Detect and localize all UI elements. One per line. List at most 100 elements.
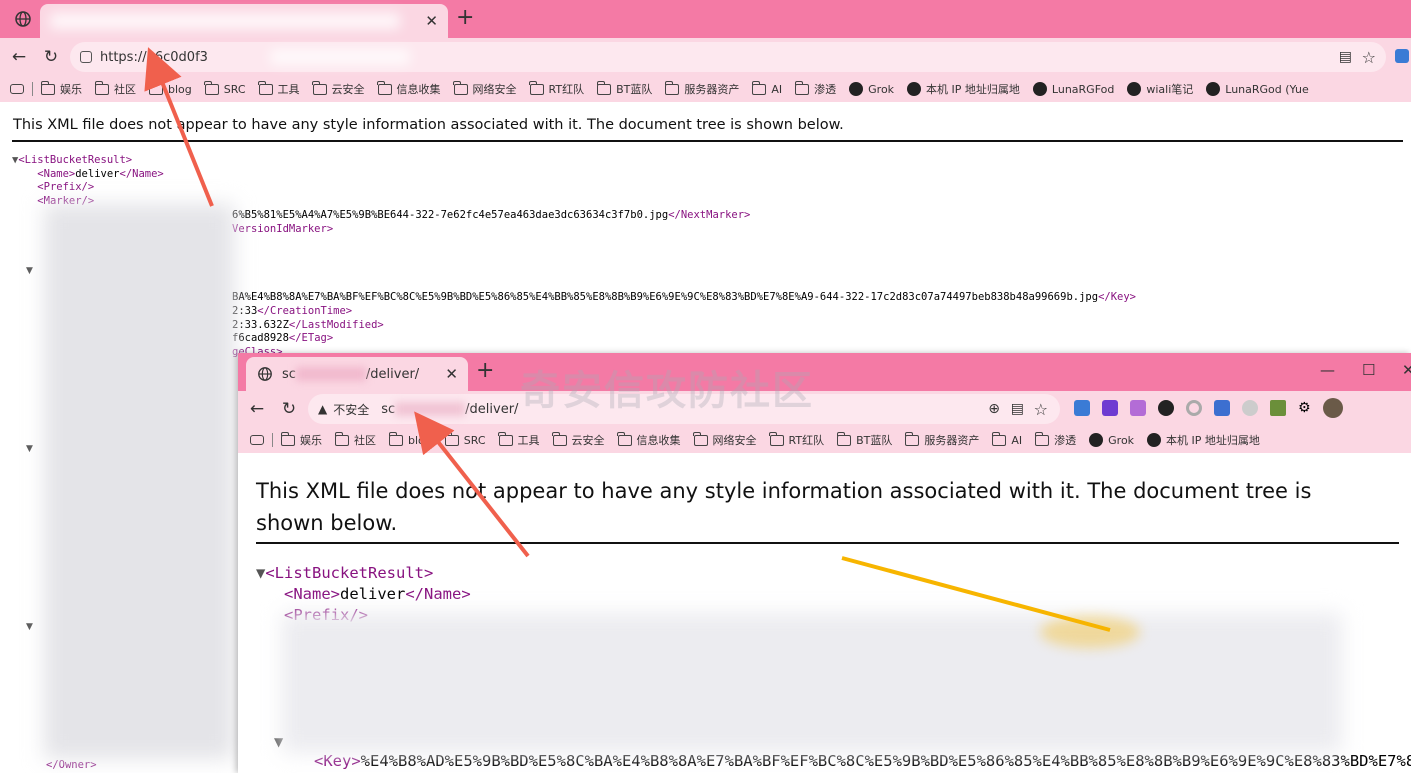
- bookmark-folder[interactable]: 社区: [334, 431, 376, 448]
- extension-icon[interactable]: [1158, 400, 1174, 416]
- redacted-region: [44, 204, 234, 759]
- reload-icon[interactable]: ↻: [278, 398, 300, 420]
- back-xml-style-notice: This XML file does not appear to have an…: [13, 117, 844, 133]
- bookmark-folder[interactable]: AI: [751, 80, 783, 96]
- collapse-triangle-icon[interactable]: ▼: [26, 266, 33, 276]
- bookmark-site[interactable]: 本机 IP 地址归属地: [1147, 432, 1260, 448]
- collapse-triangle-icon[interactable]: ▼: [26, 622, 33, 632]
- bookmark-site[interactable]: Grok: [849, 82, 894, 96]
- back-url-text: https://86c0d0f3: [100, 49, 208, 65]
- extension-icon[interactable]: [1270, 400, 1286, 416]
- front-xml-style-notice: This XML file does not appear to have an…: [256, 479, 1312, 535]
- bookmark-folder[interactable]: RT红队: [769, 431, 824, 448]
- collapse-triangle-icon[interactable]: ▼: [256, 564, 265, 582]
- site-favicon-icon: [849, 82, 864, 96]
- new-tab-icon[interactable]: +: [456, 5, 474, 30]
- extensions-puzzle-icon[interactable]: ⚙: [1298, 400, 1311, 418]
- bookmark-folder[interactable]: 服务器资产: [904, 431, 979, 448]
- site-favicon-icon: [1032, 82, 1047, 96]
- bookmark-star-icon[interactable]: ☆: [1034, 400, 1048, 419]
- bookmark-folder[interactable]: AI: [991, 431, 1023, 447]
- back-xml-tree-right: 6%B5%81%E5%A4%A7%E5%9B%BE644-322-7e62fc4…: [232, 209, 1136, 360]
- bookmark-site[interactable]: LunaRGFod: [1032, 82, 1114, 96]
- maximize-icon[interactable]: ☐: [1362, 361, 1375, 379]
- bookmark-folder[interactable]: 娱乐: [40, 80, 82, 97]
- xml-etag-value: f6cad8928: [232, 332, 289, 345]
- bookmark-folder[interactable]: 网络安全: [693, 431, 757, 448]
- bookmark-folder[interactable]: SRC: [204, 80, 246, 96]
- extension-icon[interactable]: [1102, 400, 1118, 416]
- close-tab-icon[interactable]: ✕: [445, 365, 458, 383]
- tab-search-icon[interactable]: [10, 84, 24, 94]
- bookmark-label: Grok: [868, 82, 895, 96]
- bookmark-folder[interactable]: 信息收集: [377, 80, 441, 97]
- extension-icon[interactable]: [1214, 400, 1230, 416]
- xml-key-value: %E4%B8%AD%E5%9B%BD%E5%8C%BA%E4%B8%8A%E7%…: [360, 752, 1411, 770]
- extension-icon[interactable]: [1186, 400, 1202, 416]
- bookmark-star-icon[interactable]: ☆: [1362, 48, 1376, 67]
- new-tab-icon[interactable]: +: [476, 358, 494, 383]
- bookmark-folder[interactable]: BT蓝队: [596, 80, 652, 97]
- extension-icon[interactable]: [1130, 400, 1146, 416]
- extension-icon[interactable]: [1074, 400, 1090, 416]
- bookmark-label: AI: [1011, 433, 1023, 447]
- minimize-icon[interactable]: —: [1320, 361, 1335, 379]
- bookmark-site[interactable]: wiali笔记: [1127, 81, 1193, 97]
- bookmark-folder[interactable]: 信息收集: [617, 431, 681, 448]
- bookmark-folder[interactable]: RT红队: [529, 80, 584, 97]
- collapse-triangle-icon[interactable]: ▼: [26, 444, 33, 454]
- bookmark-site[interactable]: LunaRGod (Yue: [1206, 82, 1309, 96]
- bookmark-folder[interactable]: 渗透: [794, 80, 837, 97]
- folder-icon: [904, 431, 920, 446]
- back-globe-icon[interactable]: [14, 10, 32, 28]
- bookmark-site[interactable]: 本机 IP 地址归属地: [907, 81, 1020, 97]
- redacted-region: [282, 613, 1342, 753]
- bookmark-label: BT蓝队: [856, 434, 893, 447]
- back-address-bar[interactable]: https://86c0d0f3 ▤ ☆: [70, 42, 1386, 72]
- extension-icon[interactable]: [1395, 49, 1409, 63]
- bookmark-folder[interactable]: 工具: [258, 80, 300, 97]
- bookmark-folder[interactable]: SRC: [444, 431, 486, 447]
- xml-nextmarker-value: 6%B5%81%E5%A4%A7%E5%9B%BE644-322-7e62fc4…: [232, 209, 669, 221]
- front-xml-key: <Key>%E4%B8%AD%E5%9B%BD%E5%8C%BA%E4%B8%8…: [314, 751, 1411, 772]
- close-tab-icon[interactable]: ✕: [425, 12, 438, 30]
- bookmark-folder[interactable]: 娱乐: [280, 431, 322, 448]
- back-arrow-icon[interactable]: ←: [246, 398, 268, 420]
- bookmark-folder[interactable]: 网络安全: [453, 80, 517, 97]
- folder-icon: [204, 80, 219, 95]
- bookmark-folder[interactable]: blog: [148, 80, 192, 96]
- front-active-tab[interactable]: sc /deliver/ ✕: [246, 357, 468, 391]
- bookmark-label: blog: [408, 433, 432, 447]
- close-window-icon[interactable]: ✕: [1402, 361, 1411, 379]
- front-divider: [256, 542, 1399, 544]
- back-xml-tree: ▼<ListBucketResult> <Name>deliver</Name>…: [12, 154, 164, 209]
- folder-icon: [1034, 431, 1050, 446]
- bookmark-folder[interactable]: 服务器资产: [664, 80, 739, 97]
- reader-icon[interactable]: ▤: [1339, 49, 1352, 65]
- back-arrow-icon[interactable]: ←: [8, 46, 30, 68]
- bookmark-folder[interactable]: 渗透: [1034, 431, 1077, 448]
- back-active-tab[interactable]: ✕: [40, 4, 448, 38]
- back-tab-strip: ✕ +: [0, 0, 1411, 38]
- bookmark-folder[interactable]: BT蓝队: [836, 431, 893, 448]
- bookmark-label: 工具: [277, 83, 300, 96]
- zoom-icon[interactable]: ⊕: [988, 401, 1000, 417]
- bookmark-site[interactable]: Grok: [1089, 433, 1134, 447]
- tab-search-icon[interactable]: [250, 435, 264, 445]
- bookmark-folder[interactable]: 云安全: [552, 431, 605, 448]
- reload-icon[interactable]: ↻: [40, 46, 62, 68]
- bookmark-folder[interactable]: blog: [388, 431, 432, 447]
- bookmark-label: AI: [771, 82, 783, 96]
- site-info-icon[interactable]: [80, 51, 92, 63]
- avatar[interactable]: [1322, 398, 1343, 418]
- extension-icon[interactable]: [1242, 400, 1258, 416]
- front-tab-title-start: sc: [282, 366, 296, 382]
- bookmark-folder[interactable]: 工具: [498, 431, 540, 448]
- reader-icon[interactable]: ▤: [1011, 401, 1024, 417]
- bookmark-label: 渗透: [1054, 434, 1077, 447]
- bookmark-folder[interactable]: 云安全: [312, 80, 365, 97]
- xml-key-close: </Key>: [1098, 291, 1136, 304]
- bookmark-label: 渗透: [814, 83, 837, 96]
- xml-name-value: deliver: [340, 585, 406, 603]
- bookmark-folder[interactable]: 社区: [94, 80, 136, 97]
